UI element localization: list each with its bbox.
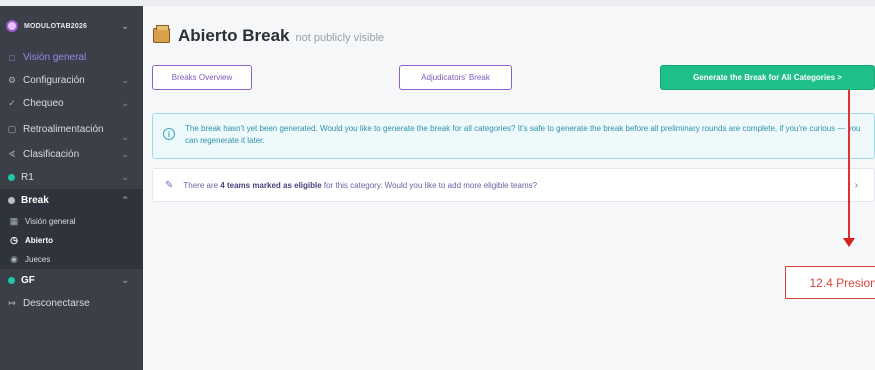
brand-logo-icon: [6, 20, 18, 32]
page-title: Abierto Break: [178, 26, 290, 45]
check-icon: ✓: [8, 98, 16, 108]
sidebar-item-standings[interactable]: ∢ Clasificación ⌄: [0, 143, 143, 166]
brand-label: MODULOTAB2026: [24, 22, 88, 30]
sidebar-subitem-open[interactable]: ◷ Abierto: [0, 231, 143, 250]
notice-prefix: There are: [183, 180, 221, 190]
sidebar-item-label: R1: [21, 172, 34, 183]
sidebar-item-label: Break: [21, 195, 49, 206]
chevron-up-icon: ⌃: [121, 195, 129, 205]
page-subtitle: not publicly visible: [295, 32, 385, 44]
chevron-down-icon: ⌄: [121, 172, 129, 182]
sidebar-item-break[interactable]: Break ⌃: [0, 189, 143, 212]
status-dot-icon: [8, 277, 15, 284]
adjudicators-break-button[interactable]: Adjudicators' Break: [399, 65, 512, 90]
main-content: Abierto Break not publicly visible Break…: [143, 6, 875, 370]
info-alert: i The break hasn't yet been generated. W…: [152, 113, 875, 159]
chevron-down-icon: ⌄: [121, 275, 129, 285]
annotation-label: 12.4 Presionar: [785, 266, 875, 299]
chevron-down-icon: ⌄: [121, 98, 129, 108]
sidebar-item-logout[interactable]: ↦ Desconectarse: [0, 292, 143, 315]
logout-icon: ↦: [8, 298, 16, 308]
sidebar-item-label: Desconectarse: [23, 298, 90, 309]
notice-bold: 4 teams marked as eligible: [220, 180, 322, 190]
sidebar-item-label: Configuración: [23, 75, 85, 86]
sidebar-section-break: Break ⌃ ▦ Visión general ◷ Abierto ◉ Jue…: [0, 189, 143, 269]
status-dot-icon: [8, 197, 15, 204]
sidebar-item-r1[interactable]: R1 ⌄: [0, 166, 143, 189]
sidebar-item-gf[interactable]: GF ⌄: [0, 269, 143, 292]
sidebar-item-label: Abierto: [25, 236, 53, 245]
sidebar-item-label: Visión general: [23, 52, 87, 63]
info-icon: i: [163, 128, 175, 140]
page-header: Abierto Break not publicly visible: [153, 25, 385, 46]
generate-break-button[interactable]: Generate the Break for All Categories >: [660, 65, 875, 90]
sidebar-subitem-adjudicators[interactable]: ◉ Jueces: [0, 250, 143, 269]
chart-icon: ∢: [8, 149, 16, 159]
breaks-overview-button[interactable]: Breaks Overview: [152, 65, 252, 90]
chevron-down-icon: ⌄: [121, 20, 129, 31]
shield-icon: ◉: [10, 254, 18, 264]
sidebar-item-overview[interactable]: □ Visión general: [0, 46, 143, 69]
annotation-line: [848, 90, 850, 238]
eligible-teams-notice[interactable]: ✎ There are 4 teams marked as eligible f…: [152, 168, 875, 202]
sidebar-item-label: Jueces: [25, 255, 51, 264]
feedback-icon: ▢: [7, 123, 17, 134]
sidebar-subitem-overview[interactable]: ▦ Visión general: [0, 212, 143, 231]
edit-icon: ✎: [165, 179, 174, 191]
sidebar-item-label: Chequeo: [23, 98, 64, 109]
sidebar: MODULOTAB2026 ⌄ □ Visión general ⚙ Confi…: [0, 6, 143, 370]
status-dot-icon: [8, 174, 15, 181]
sidebar-item-label: GF: [21, 275, 35, 286]
chevron-down-icon: ⌄: [121, 132, 129, 142]
chevron-down-icon: ⌄: [121, 149, 129, 159]
dashboard-icon: □: [9, 52, 15, 63]
sidebar-item-label: Clasificación: [23, 149, 80, 160]
chevron-down-icon: ⌄: [121, 75, 129, 85]
sidebar-item-configuration[interactable]: ⚙ Configuración ⌄: [0, 69, 143, 92]
sidebar-item-label: Visión general: [25, 217, 76, 226]
sidebar-item-checkin[interactable]: ✓ Chequeo ⌄: [0, 92, 143, 115]
grid-icon: ▦: [9, 216, 19, 226]
clock-icon: ◷: [10, 235, 18, 245]
eligible-teams-text: There are 4 teams marked as eligible for…: [183, 181, 537, 190]
sidebar-item-feedback[interactable]: ▢ Retroalimentación ⌄: [0, 115, 143, 143]
chevron-right-icon: ›: [854, 179, 858, 191]
annotation-arrow-icon: [843, 238, 855, 247]
trophy-box-icon: [153, 25, 170, 43]
info-alert-text: The break hasn't yet been generated. Wou…: [185, 124, 861, 145]
notice-suffix: for this category. Would you like to add…: [321, 180, 538, 190]
gear-icon: ⚙: [7, 75, 17, 85]
sidebar-brand[interactable]: MODULOTAB2026 ⌄: [0, 6, 143, 46]
sidebar-item-label: Retroalimentación: [23, 123, 104, 135]
